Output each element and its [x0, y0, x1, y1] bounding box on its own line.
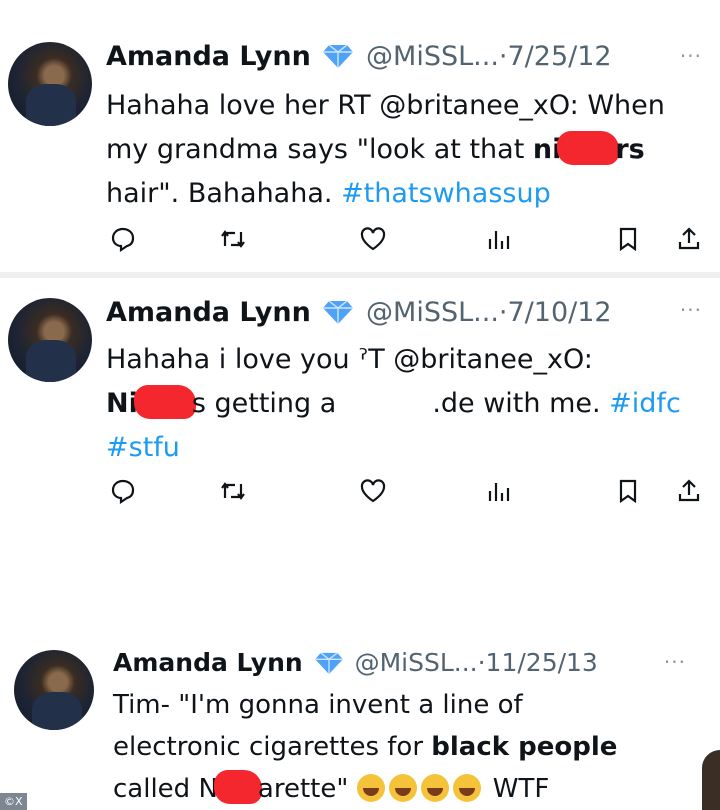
views-icon[interactable]: [481, 474, 515, 508]
laughing-emoji-icon: [356, 774, 385, 802]
cropped-photo-edge: [702, 750, 720, 810]
display-name[interactable]: Amanda Lynn: [113, 648, 303, 677]
text-line: called N arette" WTF: [113, 768, 713, 810]
tweet-2[interactable]: Amanda Lynn @MiSSL...·7/10/12 ··· Hahaha…: [0, 278, 720, 528]
handle[interactable]: @MiSSL...: [355, 648, 478, 677]
text-fragment: s getting a: [191, 388, 337, 419]
handle[interactable]: @MiSSL...: [366, 297, 499, 328]
avatar[interactable]: [14, 650, 94, 730]
display-name[interactable]: Amanda Lynn: [106, 297, 311, 328]
redaction-mark: [133, 385, 196, 419]
text-line: electronic cigarettes for black people: [113, 726, 713, 768]
like-icon[interactable]: [356, 474, 390, 508]
text-fragment: rs: [615, 134, 645, 165]
more-options-icon[interactable]: ···: [680, 44, 702, 68]
hashtag-link[interactable]: #idfc: [609, 388, 681, 419]
text-fragment: electronic cigarettes for: [113, 732, 432, 762]
tweet-3[interactable]: Amanda Lynn @MiSSL...·11/25/13 ··· Tim- …: [0, 632, 720, 810]
tweet-text: Hahaha love her RT @britanee_xO: When my…: [106, 84, 706, 216]
like-icon[interactable]: [356, 222, 390, 256]
tweet-date[interactable]: ·7/25/12: [499, 41, 612, 72]
laughing-emoji-icon: [452, 774, 481, 802]
reply-icon[interactable]: [106, 474, 140, 508]
text-line: Hahaha i love you ˀT @britanee_xO:: [106, 344, 593, 375]
text-fragment: my grandma says "look at that: [106, 134, 533, 165]
bookmark-icon[interactable]: [611, 222, 645, 256]
text-fragment: WTF: [484, 774, 550, 804]
verified-badge-icon: [314, 648, 343, 686]
hashtag-link[interactable]: #stfu: [106, 432, 180, 463]
verified-badge-icon: [323, 298, 354, 336]
verified-badge-icon: [323, 42, 354, 80]
tweet-header: Amanda Lynn @MiSSL...·11/25/13: [113, 644, 598, 686]
reply-icon[interactable]: [106, 222, 140, 256]
views-icon[interactable]: [481, 222, 515, 256]
text-fragment: .de with me.: [432, 388, 610, 419]
text-line: my grandma says "look at that ni rs: [106, 128, 706, 172]
retweet-icon[interactable]: [216, 474, 250, 508]
tweet-1[interactable]: Amanda Lynn @MiSSL...·7/25/12 ··· Hahaha…: [0, 0, 720, 272]
text-fragment: called N: [113, 774, 218, 804]
laughing-emoji-icon: [388, 774, 417, 802]
more-options-icon[interactable]: ···: [664, 650, 686, 674]
text-fragment: black people: [431, 732, 618, 762]
hashtag-link[interactable]: #thatswhassup: [341, 178, 551, 209]
tweet-date[interactable]: ·11/25/13: [478, 648, 598, 677]
retweet-icon[interactable]: [216, 222, 250, 256]
text-fragment: arette": [257, 774, 357, 804]
avatar[interactable]: [8, 298, 92, 382]
tweet-text: Tim- "I'm gonna invent a line of electro…: [113, 684, 713, 810]
laughing-emoji-icon: [420, 774, 449, 802]
text-line: Hahaha love her RT @britanee_xO: When: [106, 90, 665, 121]
action-bar: [106, 222, 706, 256]
share-icon[interactable]: [672, 222, 706, 256]
bookmark-icon[interactable]: [611, 474, 645, 508]
text-line: hair". Bahahaha. #thatswhassup: [106, 172, 706, 216]
action-bar: [106, 474, 706, 508]
more-options-icon[interactable]: ···: [680, 298, 702, 322]
share-icon[interactable]: [672, 474, 706, 508]
tweet-header: Amanda Lynn @MiSSL...·7/25/12: [106, 38, 612, 80]
text-line: #stfu: [106, 426, 706, 470]
text-line: Tim- "I'm gonna invent a line of: [113, 690, 523, 720]
handle[interactable]: @MiSSL...: [366, 41, 499, 72]
redaction-mark: [557, 131, 620, 165]
text-line: Ni s getting a .de with me. #idfc: [106, 382, 706, 426]
tweet-date[interactable]: ·7/10/12: [499, 297, 612, 328]
text-fragment: hair". Bahahaha.: [106, 178, 342, 209]
tweet-header: Amanda Lynn @MiSSL...·7/10/12: [106, 294, 612, 336]
display-name[interactable]: Amanda Lynn: [106, 41, 311, 72]
avatar[interactable]: [8, 42, 92, 126]
redaction-mark: [213, 770, 262, 804]
tweet-text: Hahaha i love you ˀT @britanee_xO: Ni s g…: [106, 338, 706, 470]
watermark: ©X: [0, 793, 27, 810]
